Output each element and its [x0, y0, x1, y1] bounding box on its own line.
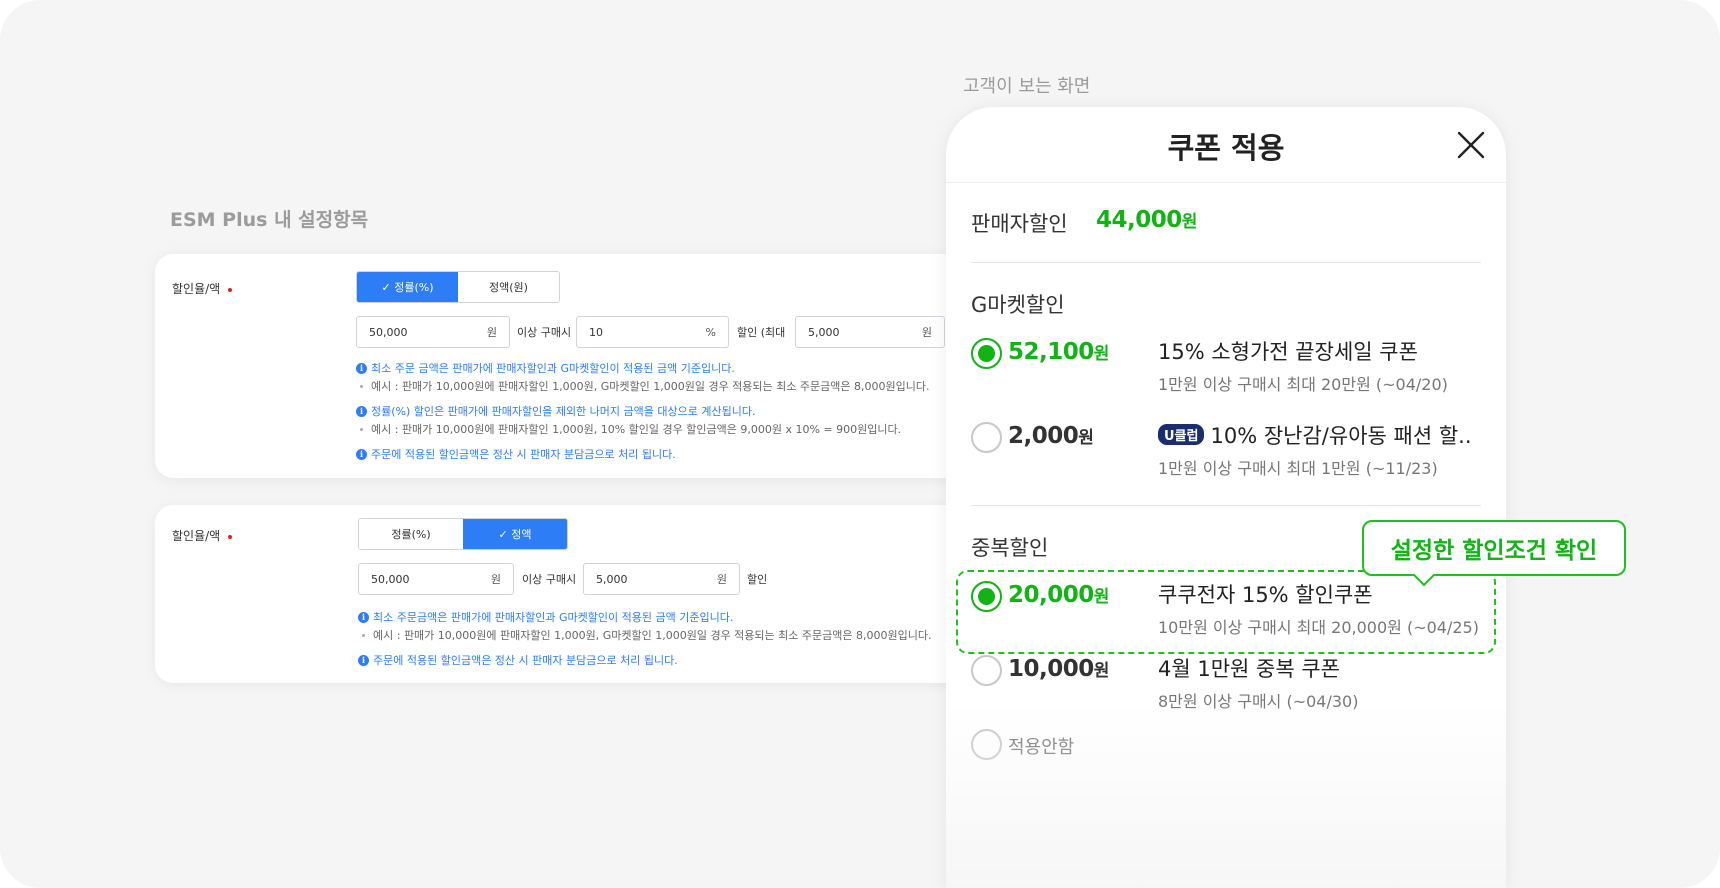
coupon-name: 4월 1만원 중복 쿠폰	[1158, 657, 1340, 681]
max-discount-value: 5,000	[808, 325, 840, 339]
coupon-amount: 52,100원	[1008, 339, 1109, 365]
seller-discount-label: 판매자할인	[971, 212, 1068, 236]
coupon-name: U클럽 10% 장난감/유아동 패션 할..	[1158, 420, 1472, 450]
rate-option-button[interactable]: ✓ 정률(%)	[357, 272, 458, 302]
coupon-condition: 1만원 이상 구매시 최대 1만원 (~11/23)	[1158, 459, 1438, 478]
coupon-amount: 10,000원	[1008, 656, 1109, 682]
uclub-badge: U클럽	[1158, 424, 1205, 445]
info-note: i 주문에 적용된 할인금액은 정산 시 판매자 분담금으로 처리 됩니다.	[358, 652, 678, 668]
min-order-input[interactable]: 50,000 원	[356, 316, 510, 348]
condition-callout: 설정한 할인조건 확인	[1362, 520, 1626, 576]
header-divider	[946, 182, 1506, 183]
coupon-amount: 2,000원	[1008, 423, 1094, 449]
divider	[971, 505, 1481, 506]
info-note: i 최소 주문금액은 판매가에 판매자할인과 G마켓할인이 적용된 금액 기준입니…	[358, 609, 733, 625]
sheet-title: 쿠폰 적용	[1167, 131, 1285, 165]
no-apply-radio[interactable]	[971, 729, 1002, 760]
required-dot	[228, 534, 233, 539]
divider	[971, 262, 1481, 263]
esm-setting-card-rate: 할인율/액 ✓ 정률(%) 정액(원) 50,000 원 이상 구매시 10% 할…	[155, 254, 975, 478]
gmarket-discount-title: G마켓할인	[971, 293, 1065, 317]
highlight-dashed-box	[956, 570, 1496, 654]
above-purchase-text: 이상 구매시	[522, 573, 577, 586]
info-icon: i	[356, 448, 367, 460]
esm-setting-card-amount: 할인율/액 정률(%) ✓ 정액 50,000 원 이상 구매시 5,000 원 할…	[155, 505, 975, 683]
coupon-radio[interactable]	[971, 655, 1002, 686]
amount-option-button[interactable]: 정액(원)	[458, 272, 559, 302]
amount-input[interactable]: 5,000 원	[583, 563, 740, 595]
example-note: 예시 : 판매가 10,000원에 판매자할인 1,000원, G마켓할인 1,…	[358, 627, 931, 643]
unit-label: 원	[486, 326, 497, 339]
field-label: 할인율/액	[172, 527, 233, 544]
unit-label: 원	[921, 326, 932, 339]
min-order-input[interactable]: 50,000 원	[358, 563, 514, 595]
coupon-apply-sheet: 쿠폰 적용 판매자할인 44,000원 G마켓할인 52,100원 15% 소형…	[946, 107, 1506, 888]
info-icon: i	[358, 654, 369, 666]
min-order-value: 50,000	[369, 325, 408, 339]
coupon-radio[interactable]	[971, 338, 1002, 369]
example-note: 예시 : 판매가 10,000원에 판매자할인 1,000원, G마켓할인 1,…	[356, 378, 929, 394]
rate-option-button[interactable]: 정률(%)	[359, 519, 463, 549]
info-note: i 최소 주문 금액은 판매가에 판매자할인과 G마켓할인이 적용된 금액 기준입…	[356, 360, 735, 376]
rate-input[interactable]: 10%	[576, 316, 729, 348]
discount-type-toggle: 정률(%) ✓ 정액	[358, 518, 568, 550]
required-dot	[228, 287, 233, 292]
max-discount-input[interactable]: 5,000 원	[795, 316, 945, 348]
info-icon: i	[356, 405, 367, 417]
info-note: i 주문에 적용된 할인금액은 정산 시 판매자 분담금으로 처리 됩니다.	[356, 446, 676, 462]
customer-section-label: 고객이 보는 화면	[963, 76, 1091, 97]
unit-label: %	[705, 325, 716, 339]
info-note: i 정률(%) 할인은 판매가에 판매자할인을 제외한 나머지 금액을 대상으로 …	[356, 403, 755, 419]
canvas: ESM Plus 내 설정항목 고객이 보는 화면 할인율/액 ✓ 정률(%) …	[0, 0, 1720, 888]
esm-section-label: ESM Plus 내 설정항목	[170, 209, 369, 231]
amount-value: 5,000	[596, 572, 628, 586]
field-label: 할인율/액	[172, 280, 233, 297]
above-purchase-text: 이상 구매시	[517, 326, 572, 339]
unit-label: 원	[490, 573, 501, 586]
min-order-value: 50,000	[371, 572, 410, 586]
rate-value: 10	[589, 325, 603, 339]
unit-label: 원	[716, 573, 727, 586]
close-icon[interactable]	[1453, 127, 1489, 163]
discount-type-toggle: ✓ 정률(%) 정액(원)	[356, 271, 560, 303]
coupon-condition: 1만원 이상 구매시 최대 20만원 (~04/20)	[1158, 375, 1448, 394]
no-apply-label: 적용안함	[1008, 737, 1075, 758]
info-icon: i	[356, 362, 367, 374]
seller-discount-amount: 44,000원	[1096, 207, 1197, 233]
coupon-name: 15% 소형가전 끝장세일 쿠폰	[1158, 340, 1418, 364]
coupon-radio[interactable]	[971, 422, 1002, 453]
amount-option-button[interactable]: ✓ 정액	[463, 519, 567, 549]
discount-max-text: 할인 (최대	[737, 326, 786, 339]
example-note: 예시 : 판매가 10,000원에 판매자할인 1,000원, 10% 할인일 …	[356, 421, 901, 437]
duplicate-discount-title: 중복할인	[971, 536, 1049, 560]
info-icon: i	[358, 611, 369, 623]
discount-text: 할인	[747, 573, 768, 586]
coupon-condition: 8만원 이상 구매시 (~04/30)	[1158, 692, 1359, 711]
